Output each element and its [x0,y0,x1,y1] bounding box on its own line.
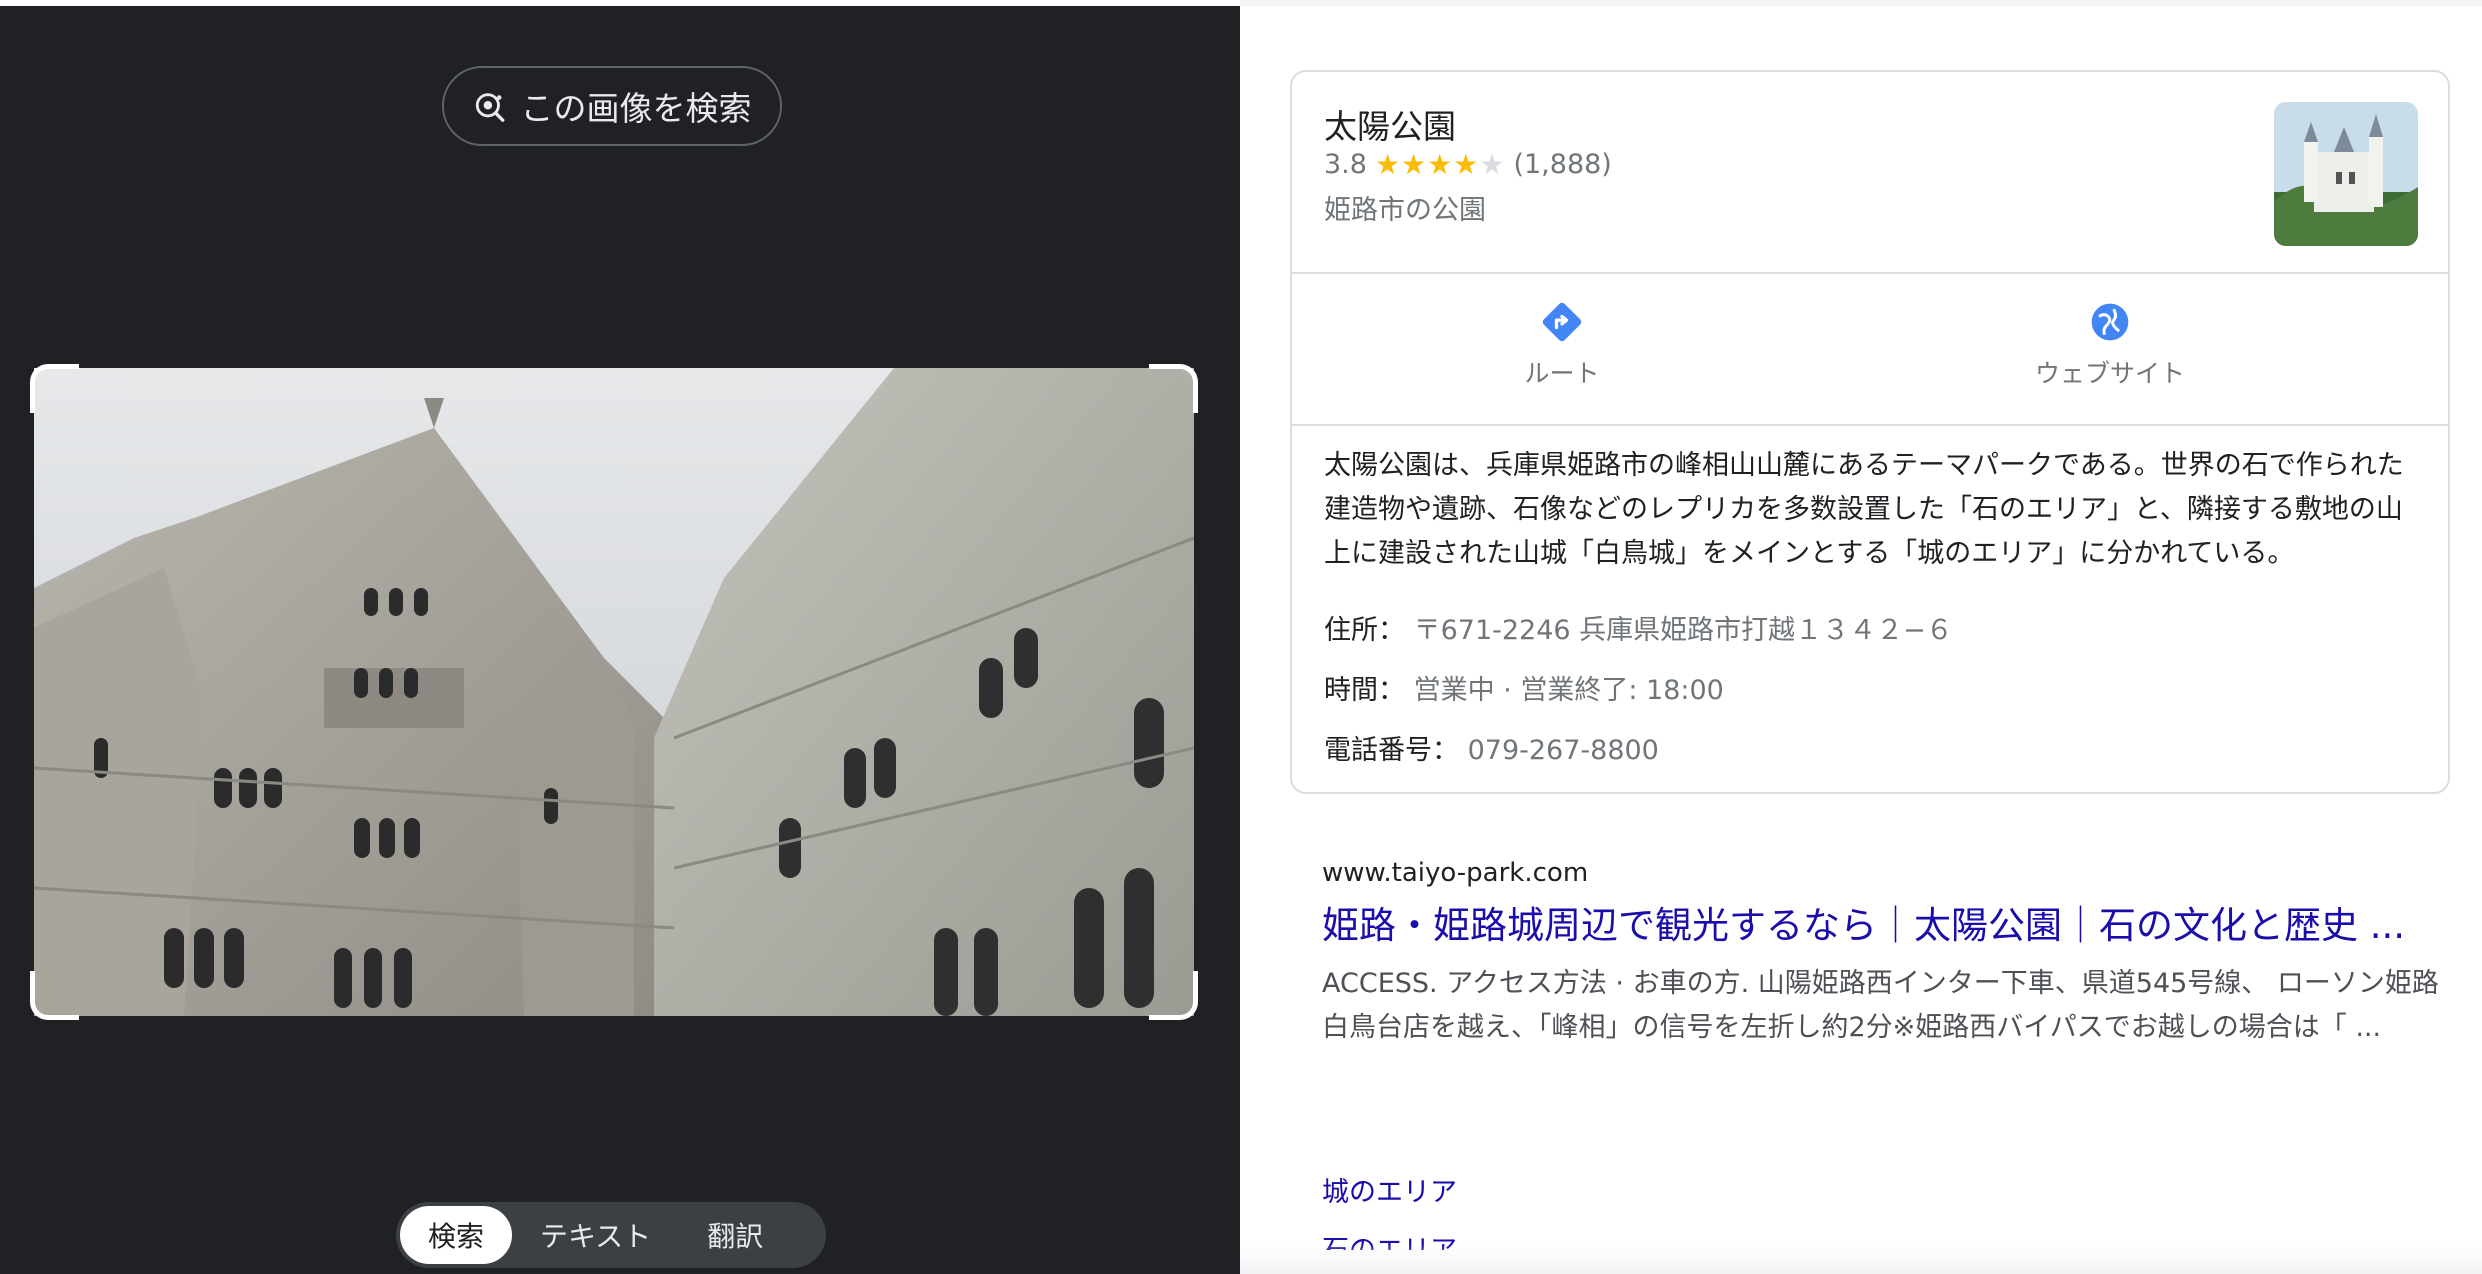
result-title-link[interactable]: 姫路・姫路城周辺で観光するなら｜太陽公園｜石の文化と歴史 ... [1322,900,2452,952]
rating-row: 3.8 ★★★★★ (1,888) [1324,148,1612,181]
star-rating-icon: ★★★★★ [1374,148,1506,181]
hours-value[interactable]: 営業中 · 営業終了: 18:00 [1414,675,1724,706]
place-thumbnail[interactable] [2274,102,2418,246]
tab-search[interactable]: 検索 [400,1206,513,1264]
website-button[interactable]: ウェブサイト [1960,300,2260,390]
route-label: ルート [1524,359,1600,388]
sitelink-castle-area[interactable]: 城のエリア [1322,1170,1457,1209]
phone-label: 電話番号： [1324,735,1459,766]
crop-handle-bottom-right[interactable] [1149,971,1198,1020]
crop-handle-top-right[interactable] [1149,364,1198,413]
place-title[interactable]: 太陽公園 [1324,100,1456,148]
result-snippet: ACCESS. アクセス方法 · お車の方. 山陽姫路西インター下車、県道545… [1322,968,2439,1043]
divider [1292,424,2448,426]
globe-icon [2091,303,2129,341]
mode-tabs: 検索 テキスト 翻訳 [396,1202,826,1268]
divider [1292,272,2448,274]
image-preview-panel: この画像を検索 検索 テキスト 翻訳 [0,0,1240,1274]
castle-photo [34,368,1194,1016]
hours-row: 時間： 営業中 · 営業終了: 18:00 [1324,668,1724,707]
castle-thumbnail-image [2274,102,2418,246]
result-url[interactable]: www.taiyo-park.com [1322,858,2452,888]
route-button[interactable]: ルート [1412,300,1712,390]
search-this-image-button[interactable]: この画像を検索 [442,66,782,146]
address-row: 住所： 〒671-2246 兵庫県姫路市打越１３４２−６ [1324,608,1953,647]
hours-label: 時間： [1324,675,1405,706]
address-value[interactable]: 〒671-2246 兵庫県姫路市打越１３４２−６ [1414,615,1953,646]
tab-text[interactable]: テキスト [512,1206,679,1264]
phone-value[interactable]: 079-267-8800 [1468,735,1659,766]
results-panel: 太陽公園 3.8 ★★★★★ (1,888) 姫路市の公園 ルート ウェブサイト… [1240,0,2482,1274]
crop-handle-top-left[interactable] [30,364,79,413]
search-this-image-label: この画像を検索 [520,89,752,128]
website-label: ウェブサイト [2034,359,2185,388]
place-description: 太陽公園は、兵庫県姫路市の峰相山山麓にあるテーマパークである。世界の石で作られた… [1324,450,2404,569]
phone-row: 電話番号： 079-267-8800 [1324,728,1659,767]
rating-value: 3.8 [1324,149,1367,180]
lens-search-icon [475,93,504,122]
knowledge-panel: 太陽公園 3.8 ★★★★★ (1,888) 姫路市の公園 ルート ウェブサイト… [1290,70,2450,794]
bottom-fade [1240,1244,2482,1274]
review-count[interactable]: (1,888) [1513,149,1611,180]
directions-icon [1542,302,1582,342]
address-label: 住所： [1324,615,1405,646]
place-type: 姫路市の公園 [1324,195,1486,226]
crop-handle-bottom-left[interactable] [30,971,79,1020]
search-result: www.taiyo-park.com 姫路・姫路城周辺で観光するなら｜太陽公園｜… [1322,858,2452,1050]
tab-translate[interactable]: 翻訳 [679,1206,791,1264]
selected-image-region[interactable] [30,364,1198,1020]
